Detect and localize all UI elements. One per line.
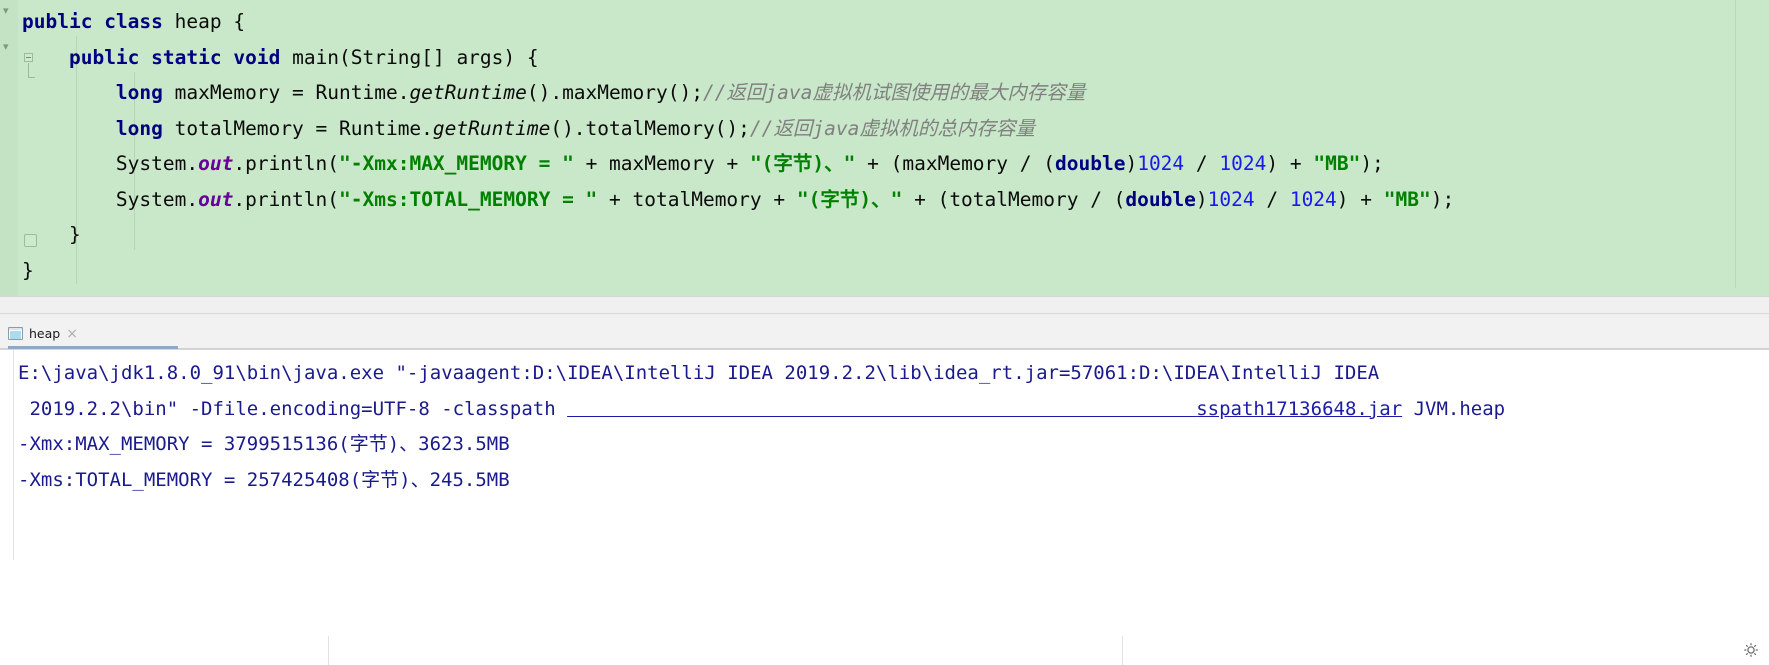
code-line[interactable]: }: [0, 217, 1769, 253]
code-token-str: "MB": [1383, 187, 1431, 211]
code-token-kw: public: [68, 45, 140, 69]
code-token-pln: /: [1184, 152, 1220, 175]
code-token-pln: ): [1125, 152, 1138, 175]
code-token-mth: getRuntime: [432, 116, 551, 140]
tab-heap[interactable]: heap ×: [6, 320, 86, 347]
code-token-pln: ) +: [1336, 187, 1384, 211]
console-line[interactable]: 2019.2.2\bin" -Dfile.encoding=UTF-8 -cla…: [18, 392, 1505, 428]
console-segment: -Xmx:MAX_MEMORY = 3799515136(字节)、3623.5M…: [18, 433, 510, 455]
code-token-str: "(字节)、": [796, 187, 903, 211]
code-token-kw: static: [151, 45, 222, 69]
code-token-pln: ): [1195, 187, 1208, 211]
code-line[interactable]: public class heap {: [0, 4, 1769, 40]
code-token-kw: class: [104, 10, 163, 33]
code-token-pln: maxMemory = Runtime.: [162, 81, 410, 104]
tabbar-divider-2: [1122, 636, 1123, 665]
console-segment: 2019.2.2\bin" -Dfile.encoding=UTF-8 -cla…: [18, 397, 568, 420]
code-token-pln: );: [1360, 152, 1384, 175]
code-token-pln: }: [68, 223, 81, 246]
code-token-num: 1024: [1219, 152, 1267, 175]
console-text[interactable]: E:\java\jdk1.8.0_91\bin\java.exe "-javaa…: [18, 356, 1505, 498]
code-line[interactable]: long totalMemory = Runtime.getRuntime().…: [0, 111, 1769, 147]
code-editor[interactable]: ▾ ▾ public class heap { public static vo…: [0, 0, 1769, 296]
tabbar-divider-1: [328, 636, 329, 665]
code-line[interactable]: System.out.println("-Xmx:MAX_MEMORY = " …: [0, 146, 1769, 182]
code-token-str: "-Xms:TOTAL_MEMORY = ": [339, 187, 598, 211]
code-line[interactable]: long maxMemory = Runtime.getRuntime().ma…: [0, 75, 1769, 111]
code-token-pln: + (maxMemory / (: [855, 152, 1055, 175]
code-token-kw: double: [1055, 152, 1126, 175]
code-token-pln: totalMemory = Runtime.: [162, 116, 433, 140]
code-token-pln: [92, 10, 104, 33]
code-token-num: 1024: [1289, 187, 1337, 211]
splitter-line: [0, 313, 1769, 314]
console-output[interactable]: E:\java\jdk1.8.0_91\bin\java.exe "-javaa…: [0, 349, 1769, 560]
code-token-pln: + (totalMemory / (: [902, 187, 1126, 211]
code-line[interactable]: public static void main(String[] args) {: [0, 40, 1769, 76]
code-token-pln: /: [1254, 187, 1290, 211]
code-token-pln: + maxMemory +: [573, 152, 750, 175]
code-token-stc: out: [198, 187, 234, 211]
code-token-pln: ().maxMemory();: [526, 81, 703, 104]
close-icon[interactable]: ×: [66, 327, 78, 341]
code-token-pln: );: [1430, 187, 1455, 211]
code-token-mth: getRuntime: [409, 81, 527, 104]
code-token-pln: System.: [115, 187, 199, 211]
console-line[interactable]: -Xmx:MAX_MEMORY = 3799515136(字节)、3623.5M…: [18, 427, 1505, 463]
code-token-pln: .println(: [233, 187, 340, 211]
code-token-pln: ().totalMemory();: [550, 116, 750, 140]
code-token-pln: }: [22, 258, 34, 282]
code-token-str: "-Xmx:MAX_MEMORY = ": [339, 152, 574, 175]
console-segment: -Xms:TOTAL_MEMORY = 257425408(字节)、245.5M…: [18, 468, 510, 491]
code-token-pln: [139, 46, 151, 69]
console-gutter: [0, 350, 14, 560]
code-token-pln: [222, 46, 234, 69]
code-token-stc: out: [198, 152, 234, 175]
editor-bottom-edge: [18, 288, 1769, 296]
gear-icon[interactable]: [1741, 640, 1761, 660]
code-token-kw: long: [115, 81, 163, 104]
run-toolwindow-tabbar[interactable]: heap ×: [0, 318, 1769, 665]
console-link[interactable]: [567, 398, 1196, 420]
code-line[interactable]: System.out.println("-Xms:TOTAL_MEMORY = …: [0, 182, 1769, 218]
code-token-cmt: //返回java虚拟机的总内存容量: [749, 116, 1035, 140]
code-line[interactable]: }: [0, 253, 1769, 289]
code-token-num: 1024: [1137, 152, 1185, 175]
code-token-kw: public: [22, 10, 93, 33]
console-line[interactable]: E:\java\jdk1.8.0_91\bin\java.exe "-javaa…: [18, 356, 1505, 392]
code-token-kw: long: [115, 116, 163, 140]
code-token-cmt: //返回java虚拟机试图使用的最大内存容量: [702, 81, 1086, 104]
code-token-pln: System.: [115, 152, 199, 175]
code-token-pln: .println(: [233, 152, 340, 175]
code-token-str: "(字节)、": [749, 152, 856, 175]
code-token-pln: ) +: [1266, 152, 1314, 175]
editor-toolwindow-splitter[interactable]: [0, 296, 1769, 319]
code-token-pln: heap {: [162, 10, 246, 33]
console-line[interactable]: -Xms:TOTAL_MEMORY = 257425408(字节)、245.5M…: [18, 463, 1505, 499]
console-segment: E:\java\jdk1.8.0_91\bin\java.exe "-javaa…: [18, 362, 1380, 384]
code-token-pln: main(String[] args) {: [280, 45, 539, 69]
console-link[interactable]: sspath17136648.jar: [1196, 398, 1402, 420]
code-token-str: "MB": [1313, 152, 1361, 175]
code-token-kw: void: [233, 45, 281, 69]
code-token-num: 1024: [1207, 187, 1255, 211]
run-configuration-icon: [8, 327, 23, 340]
code-token-kw: double: [1125, 187, 1196, 211]
console-segment: JVM.heap: [1402, 397, 1506, 420]
code-token-pln: + totalMemory +: [597, 187, 797, 211]
tab-heap-label: heap: [29, 326, 61, 341]
code-lines[interactable]: public class heap { public static void m…: [0, 0, 1769, 296]
